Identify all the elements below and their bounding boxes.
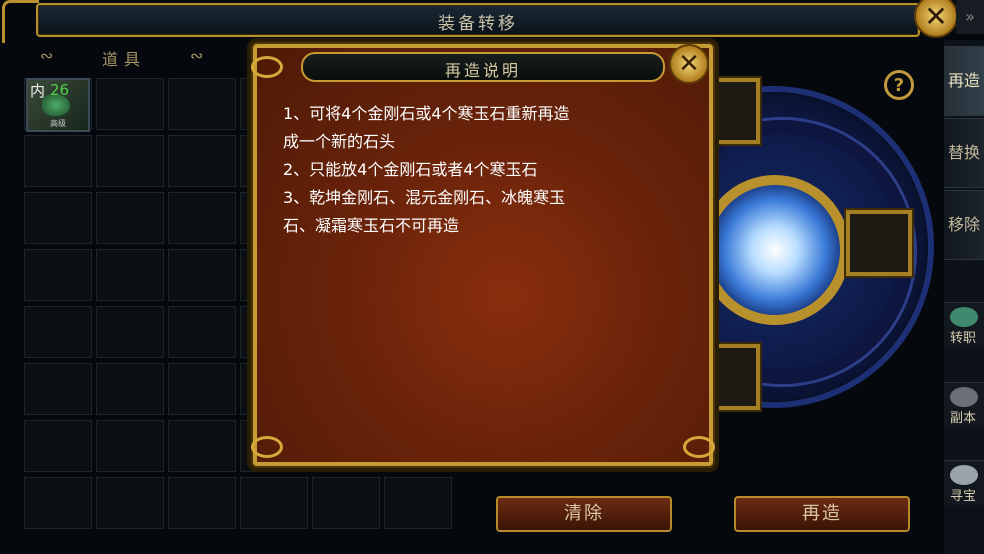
inventory-slot[interactable] [96, 192, 164, 244]
inventory-slot[interactable] [24, 306, 92, 358]
inventory-slot[interactable] [384, 477, 452, 529]
side-icon-dungeon-label: 副本 [950, 411, 977, 426]
inventory-slot[interactable] [24, 192, 92, 244]
dialog-title: 再造说明 [444, 61, 521, 80]
help-icon[interactable]: ? [884, 70, 914, 100]
close-icon: ✕ [678, 49, 700, 79]
inventory-slot[interactable] [24, 249, 92, 301]
side-icon-treasure[interactable]: 寻宝 [944, 460, 984, 505]
inventory-slot[interactable] [24, 135, 92, 187]
inventory-slot[interactable] [24, 363, 92, 415]
corner-curl-icon [251, 436, 283, 458]
inventory-slot[interactable] [168, 135, 236, 187]
window-close-button[interactable]: ✕ [914, 0, 958, 38]
inventory-slot[interactable] [96, 249, 164, 301]
side-icon-dungeon[interactable]: 副本 [944, 382, 984, 427]
side-icon-transfer[interactable]: 转职 [944, 302, 984, 347]
item-name: 内 [30, 82, 46, 100]
side-icon-treasure-label: 寻宝 [950, 489, 977, 504]
close-icon: ✕ [924, 0, 948, 33]
item-sublabel: 高级 [50, 119, 66, 128]
inventory-slot[interactable] [168, 477, 236, 529]
dialog-body: 1、可将4个金刚石或4个寒玉石重新再造 成一个新的石头 2、只能放4个金刚石或者… [283, 100, 683, 240]
gem-slot-right[interactable] [846, 210, 912, 276]
inventory-slot[interactable] [96, 420, 164, 472]
inventory-slot[interactable] [24, 420, 92, 472]
inventory-slot[interactable] [168, 192, 236, 244]
inventory-slot[interactable] [24, 477, 92, 529]
inventory-slot[interactable] [312, 477, 380, 529]
dragon-icon [950, 465, 978, 485]
inventory-slot[interactable] [168, 363, 236, 415]
side-icon-transfer-label: 转职 [950, 331, 977, 346]
instruction-line: 石、凝霜寒玉石不可再造 [283, 216, 460, 235]
remake-button[interactable]: 再造 [734, 496, 910, 532]
clear-button[interactable]: 清除 [496, 496, 672, 532]
inventory-slot[interactable] [168, 249, 236, 301]
instruction-line: 成一个新的石头 [283, 132, 396, 151]
instruction-line: 1、可将4个金刚石或4个寒玉石重新再造 [283, 104, 570, 123]
remake-instructions-dialog: 再造说明 ✕ 1、可将4个金刚石或4个寒玉石重新再造 成一个新的石头 2、只能放… [251, 44, 715, 466]
expand-arrow-icon[interactable]: » [956, 0, 984, 34]
map-icon [950, 387, 978, 407]
inventory-slot[interactable] [96, 306, 164, 358]
item-count: 26 [50, 81, 70, 99]
inventory-slot[interactable] [168, 78, 236, 130]
instruction-line: 3、乾坤金刚石、混元金刚石、冰魄寒玉 [283, 188, 566, 207]
inventory-slot[interactable] [96, 363, 164, 415]
side-tabs: 再造 替换 移除 转职 副本 寻宝 [944, 40, 984, 554]
inventory-header-label: 道具 [102, 50, 147, 69]
tab-remake[interactable]: 再造 [944, 46, 984, 116]
dialog-titlebar: 再造说明 [301, 52, 665, 82]
inventory-slot[interactable] [168, 420, 236, 472]
window-titlebar: 装备转移 [36, 3, 920, 37]
tab-replace[interactable]: 替换 [944, 118, 984, 188]
instruction-line: 2、只能放4个金刚石或者4个寒玉石 [283, 160, 538, 179]
inventory-slot[interactable] [240, 477, 308, 529]
window-title: 装备转移 [438, 14, 518, 34]
ornament-left-icon: ∾ [40, 46, 54, 65]
inventory-slot[interactable] [96, 477, 164, 529]
tab-replace-label: 替换 [947, 143, 980, 162]
tab-remove-label: 移除 [947, 215, 980, 234]
inventory-slot[interactable] [96, 135, 164, 187]
ornament-right-icon: ∾ [190, 46, 204, 65]
tab-remake-label: 再造 [947, 71, 980, 90]
inventory-header: ∾ 道具 ∾ [40, 46, 230, 69]
corner-curl-icon [683, 436, 715, 458]
energy-wheel [700, 175, 850, 325]
inventory-slot[interactable] [96, 78, 164, 130]
dialog-close-button[interactable]: ✕ [669, 44, 709, 84]
frame-corner-ornament [2, 0, 39, 43]
corner-curl-icon [251, 56, 283, 78]
tab-remove[interactable]: 移除 [944, 190, 984, 260]
teapot-icon [950, 307, 978, 327]
inventory-slot[interactable] [168, 306, 236, 358]
inventory-item[interactable]: 内 26 高级 [26, 78, 90, 132]
